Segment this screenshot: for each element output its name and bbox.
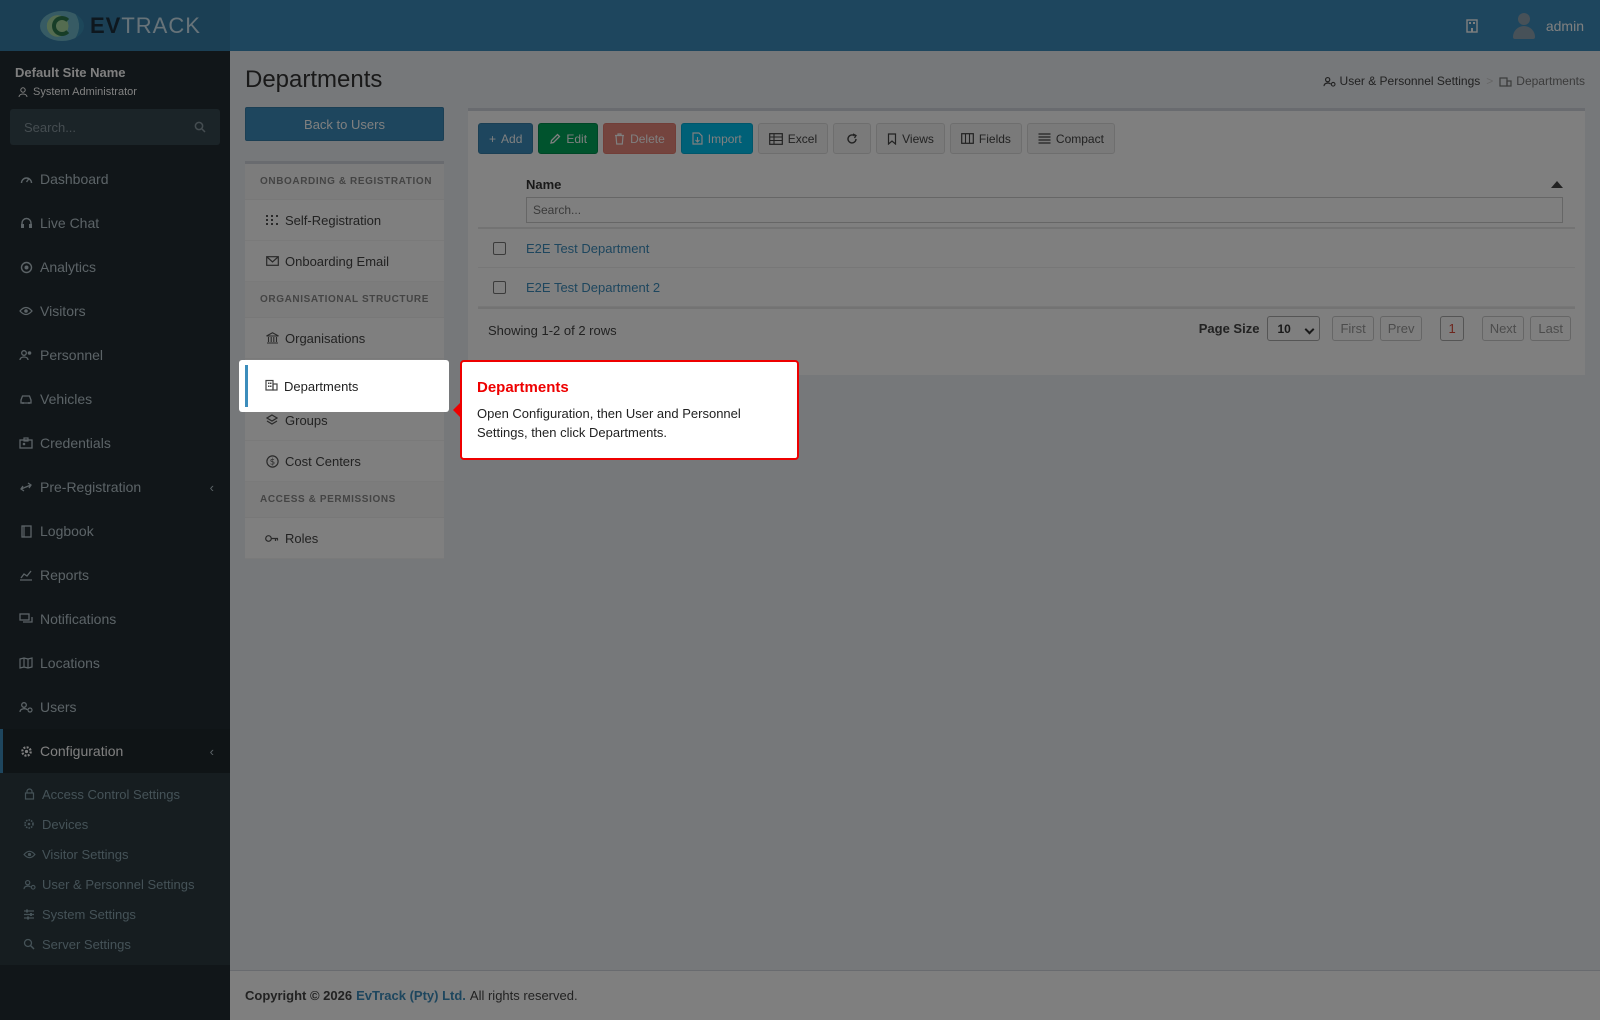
nav-item-departments-highlighted[interactable]: Departments bbox=[245, 365, 443, 407]
tour-tooltip: Departments Open Configuration, then Use… bbox=[453, 360, 799, 460]
building-icon bbox=[265, 379, 278, 394]
tour-body: Open Configuration, then User and Person… bbox=[477, 406, 741, 440]
tour-highlight[interactable]: Departments bbox=[239, 360, 449, 412]
tour-title: Departments bbox=[477, 379, 569, 396]
tour-overlay[interactable] bbox=[0, 0, 1600, 1020]
